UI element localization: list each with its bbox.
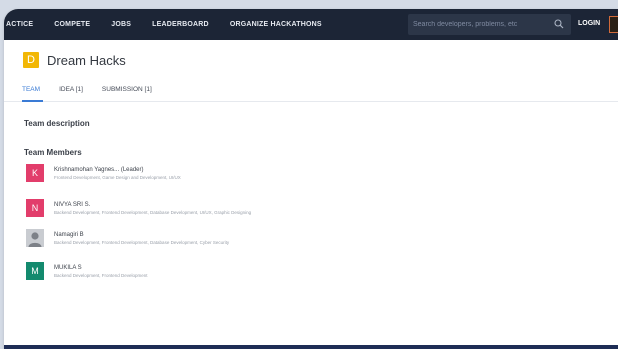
tab-submission[interactable]: SUBMISSION [1]: [102, 80, 152, 93]
login-button[interactable]: LOGIN: [578, 20, 600, 27]
member-name[interactable]: Namagiri B: [54, 231, 229, 239]
member-name[interactable]: MUKILA S: [54, 264, 148, 272]
member-skills: Frontend Development, Game Design and De…: [54, 174, 181, 180]
team-members-heading: Team Members: [24, 148, 82, 157]
footer-bar: [4, 345, 618, 349]
app-window: ACTICE COMPETE JOBS LEADERBOARD ORGANIZE…: [4, 9, 618, 349]
notification-box[interactable]: [609, 16, 618, 33]
tab-bar: TEAM IDEA [1] SUBMISSION [1]: [4, 80, 618, 102]
nav-jobs[interactable]: JOBS: [111, 21, 131, 28]
nav-organize-hackathons[interactable]: ORGANIZE HACKATHONS: [230, 21, 322, 28]
avatar: N: [26, 199, 44, 217]
search-input[interactable]: [413, 21, 543, 28]
avatar: K: [26, 164, 44, 182]
member-row[interactable]: Namagiri B Backend Development, Frontend…: [26, 229, 229, 247]
member-info: MUKILA S Backend Development, Frontend D…: [54, 264, 148, 279]
member-row[interactable]: K Krishnamohan Yagnes... (Leader) Fronte…: [26, 164, 181, 182]
member-skills: Backend Development, Frontend Developmen…: [54, 209, 252, 215]
member-row[interactable]: M MUKILA S Backend Development, Frontend…: [26, 262, 148, 280]
team-description-heading: Team description: [24, 119, 90, 128]
member-name[interactable]: Krishnamohan Yagnes... (Leader): [54, 166, 181, 174]
member-row[interactable]: N NIVYA SRI S. Backend Development, Fron…: [26, 199, 251, 217]
user-placeholder-icon: [28, 232, 42, 247]
search-icon[interactable]: [554, 19, 564, 29]
member-info: Namagiri B Backend Development, Frontend…: [54, 231, 229, 246]
member-info: NIVYA SRI S. Backend Development, Fronte…: [54, 201, 251, 216]
nav-compete[interactable]: COMPETE: [54, 21, 90, 28]
member-info: Krishnamohan Yagnes... (Leader) Frontend…: [54, 166, 181, 181]
team-avatar: D: [23, 52, 39, 68]
member-skills: Backend Development, Frontend Developmen…: [54, 239, 230, 245]
nav-practice[interactable]: ACTICE: [6, 21, 33, 28]
member-skills: Backend Development, Frontend Developmen…: [54, 272, 148, 278]
top-navigation: ACTICE COMPETE JOBS LEADERBOARD ORGANIZE…: [4, 9, 618, 40]
tab-team[interactable]: TEAM: [22, 80, 40, 93]
active-tab-indicator: [22, 100, 43, 102]
tab-idea[interactable]: IDEA [1]: [59, 80, 83, 93]
team-header: D Dream Hacks: [4, 40, 618, 80]
avatar: M: [26, 262, 44, 280]
member-name[interactable]: NIVYA SRI S.: [54, 201, 251, 209]
search-box: [408, 14, 571, 35]
team-title: Dream Hacks: [47, 52, 126, 68]
avatar: [26, 229, 44, 247]
nav-leaderboard[interactable]: LEADERBOARD: [152, 21, 209, 28]
